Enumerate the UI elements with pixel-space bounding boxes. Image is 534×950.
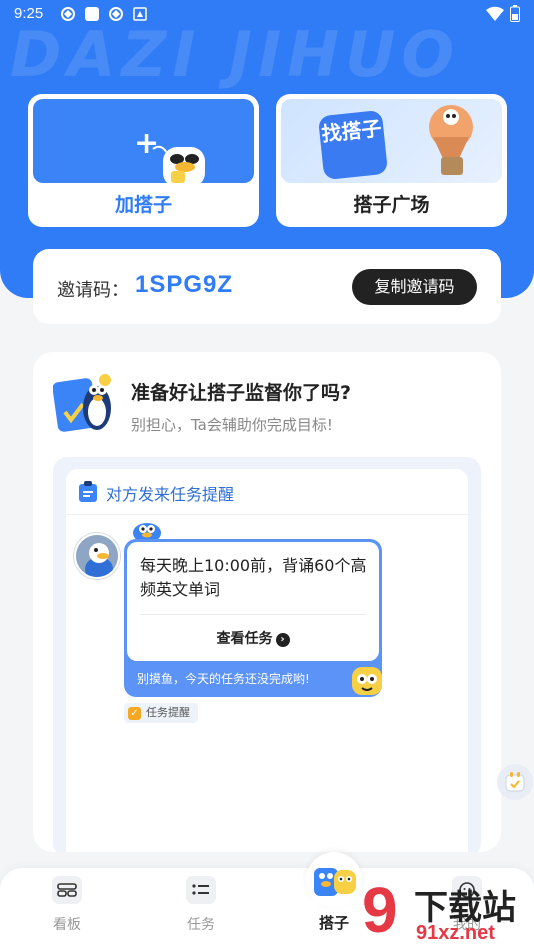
notification-icon: [109, 7, 123, 21]
reminder-message-body: 每天晚上10:00前，背诵60个高频英文单词 查看任务 ›: [127, 542, 379, 661]
status-notification-icons: [60, 6, 148, 22]
add-partner-illustration: +: [33, 99, 254, 185]
task-reminder-tag-label: 任务提醒: [146, 706, 190, 719]
clipboard-icon: [79, 481, 97, 502]
add-partner-label: 加搭子: [114, 194, 172, 216]
reminder-message-text: 每天晚上10:00前，背诵60个高频英文单词: [140, 556, 367, 599]
wifi-icon: [486, 6, 504, 21]
status-time: 9:25: [14, 5, 44, 22]
notification-icon: [61, 7, 75, 21]
duck-peek-icon: [133, 523, 161, 541]
supervision-intro-card: 准备好让搭子监督你了吗? 别担心，Ta会辅助你完成目标! 对方发来任务提醒 每天…: [33, 352, 501, 852]
checkbox-icon: ✓: [128, 706, 141, 720]
status-bar: 9:25: [0, 0, 534, 30]
site-watermark-logo: 9 下载站 91xz.net: [362, 870, 534, 950]
floating-calendar-button[interactable]: [497, 764, 533, 800]
nav-item-partner[interactable]: [306, 852, 362, 908]
status-system-icons: [486, 5, 520, 22]
partner-square-illustration: 找搭子: [281, 99, 502, 183]
nav-label-dashboard: 看板: [53, 917, 81, 933]
task-list-icon: [186, 876, 216, 904]
battery-icon: [510, 5, 520, 22]
reminder-header: 对方发来任务提醒: [66, 469, 468, 515]
watermark-url: 91xz.net: [416, 922, 495, 944]
view-task-link[interactable]: 查看任务 ›: [127, 628, 379, 648]
app-icon: [85, 7, 99, 21]
duck-avatar-icon: [76, 535, 118, 577]
invite-code-label: 邀请码：: [57, 280, 129, 301]
duck-mascot-icon: [152, 145, 205, 185]
copy-invite-code-button[interactable]: 复制邀请码: [352, 269, 477, 305]
nav-label-partner: 搭子: [318, 914, 349, 932]
partner-square-card[interactable]: 找搭子 搭子广场: [276, 94, 507, 227]
partner-icon: [314, 868, 356, 896]
reminder-message-bubble: 每天晚上10:00前，背诵60个高频英文单词 查看任务 › 别摸鱼，今天的任务还没…: [124, 539, 382, 697]
reminder-header-title: 对方发来任务提醒: [106, 485, 235, 504]
watermark-mark: 9: [362, 874, 398, 946]
image-icon: [133, 7, 147, 21]
find-partner-art-text: 找搭子: [317, 109, 389, 181]
dashboard-icon: [52, 876, 82, 904]
partner-square-label: 搭子广场: [353, 194, 430, 216]
reminder-preview-card: 对方发来任务提醒 每天晚上10:00前，背诵60个高频英文单词 查看任务 › 别…: [66, 469, 468, 852]
nav-label-tasks: 任务: [187, 917, 215, 933]
intro-title: 准备好让搭子监督你了吗?: [131, 382, 352, 404]
nav-item-tasks[interactable]: 任务: [171, 876, 231, 934]
yellow-mascot-icon: [352, 667, 382, 695]
arrow-right-icon: ›: [275, 633, 290, 647]
reminder-preview-panel: 对方发来任务提醒 每天晚上10:00前，背诵60个高频英文单词 查看任务 › 别…: [53, 457, 481, 852]
nav-item-dashboard[interactable]: 看板: [37, 876, 97, 934]
calendar-check-icon: [505, 772, 525, 792]
intro-subtitle: 别担心，Ta会辅助你完成目标!: [131, 416, 333, 434]
avatar: [74, 533, 120, 579]
invite-code-value: 1SPG9Z: [135, 271, 234, 298]
task-reminder-tag: ✓ 任务提醒: [124, 703, 198, 723]
divider: [140, 614, 366, 615]
invite-code-card: 邀请码： 1SPG9Z 复制邀请码: [33, 249, 501, 324]
reminder-footer-text: 别摸鱼，今天的任务还没完成哟!: [137, 672, 310, 686]
hot-air-balloon-icon: [429, 105, 473, 175]
view-task-label: 查看任务: [216, 631, 273, 647]
duck-mascot-icon: [53, 374, 111, 432]
add-partner-card[interactable]: + 加搭子: [28, 94, 259, 227]
